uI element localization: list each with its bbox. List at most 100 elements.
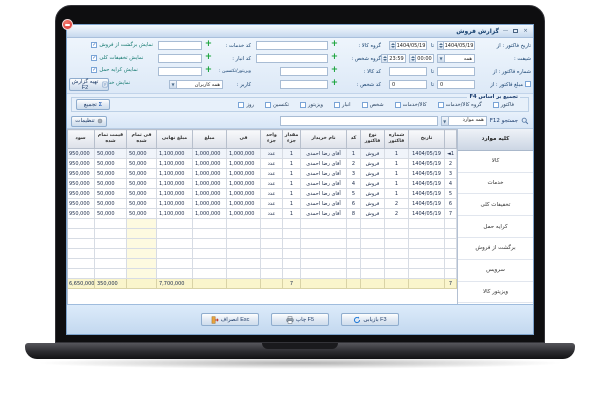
chevron-down-icon[interactable]: ▼	[442, 117, 449, 125]
sidebar-item[interactable]: سرویس	[458, 260, 533, 282]
empty-row[interactable]	[67, 249, 457, 259]
display-option-checkbox[interactable]: ✓نمایش تخفیفات کلی	[91, 54, 153, 62]
agg-option-checkbox[interactable]: انبار	[334, 102, 351, 108]
column-header[interactable]: نوع فاکتور	[361, 130, 385, 149]
column-header[interactable]: واحد جزء	[261, 130, 283, 149]
column-header[interactable]: شماره فاکتور	[385, 130, 409, 149]
cell	[409, 249, 445, 259]
table-row[interactable]: 21404/05/191فروش2آقای رضا احمدی1عدد1,000…	[67, 159, 457, 169]
invoice-number-to-input[interactable]	[389, 67, 427, 76]
chevron-down-icon[interactable]: ▼	[170, 81, 177, 88]
agg-option-checkbox[interactable]: روز	[238, 102, 254, 108]
services-code-input[interactable]	[158, 41, 202, 50]
date-from-input[interactable]: 1404/05/19	[437, 41, 475, 50]
close-badge-icon[interactable]	[62, 19, 73, 30]
user-dropdown[interactable]: ▼ همه کاربران	[169, 80, 223, 89]
agg-option-checkbox[interactable]: شخص	[362, 102, 384, 108]
cell	[301, 249, 347, 259]
sidebar-item[interactable]: کرایه حمل	[458, 216, 533, 238]
table-row[interactable]: 61404/05/192فروش6آقای رضا احمدی1عدد1,000…	[67, 199, 457, 209]
empty-row[interactable]	[67, 259, 457, 269]
prepare-report-button[interactable]: تهیه گزارش F2	[69, 78, 109, 91]
column-header[interactable]: فی تمام شده	[127, 130, 157, 149]
empty-row[interactable]	[67, 269, 457, 279]
column-header[interactable]: مبلغ	[193, 130, 227, 149]
column-header[interactable]: فی	[227, 130, 261, 149]
table-row[interactable]: 31404/05/191فروش3آقای رضا احمدی1عدد1,000…	[67, 169, 457, 179]
minimize-icon[interactable]: —	[502, 27, 509, 35]
sidebar-item[interactable]: تخفیفات کلی	[458, 194, 533, 216]
empty-row[interactable]	[67, 239, 457, 249]
checkbox-unchecked-icon[interactable]	[395, 102, 401, 108]
display-option-checkbox[interactable]: ✓نمایش برگشت از فروش	[91, 41, 153, 49]
agg-option-checkbox[interactable]: فاکتور	[493, 102, 514, 108]
cell: 1,000,000	[227, 179, 261, 189]
add-icon[interactable]: +	[331, 67, 338, 75]
amount-filter-checkbox[interactable]	[525, 81, 531, 87]
sidebar-item[interactable]: ویزیتور کالا	[458, 282, 533, 304]
person-code-input[interactable]	[280, 80, 328, 89]
display-option-checkbox[interactable]: ✓نمایش کرایه حمل	[91, 66, 153, 74]
column-header[interactable]: تاریخ	[409, 130, 445, 149]
checkbox-checked-icon[interactable]: ✓	[91, 42, 97, 48]
table-row[interactable]: ◄11404/05/191فروش1آقای رضا احمدی1عدد1,00…	[67, 149, 457, 159]
column-header[interactable]: مقدار جزء	[283, 130, 301, 149]
add-icon[interactable]: +	[331, 80, 338, 88]
print-button[interactable]: چاپ F5	[271, 313, 329, 326]
chevron-down-icon[interactable]: ▼	[438, 55, 445, 62]
checkbox-unchecked-icon[interactable]	[238, 102, 244, 108]
restore-icon[interactable]	[513, 29, 518, 33]
add-icon[interactable]: +	[331, 41, 338, 49]
time-to-input[interactable]: 23:59	[381, 54, 406, 63]
sidebar-item[interactable]: برگشت از فروش	[458, 238, 533, 260]
totals-row[interactable]: 777,700,000350,0006,650,000	[67, 279, 457, 289]
add-icon[interactable]: +	[205, 41, 212, 49]
checkbox-checked-icon[interactable]: ✓	[91, 55, 97, 61]
add-icon[interactable]: +	[331, 54, 338, 62]
checkbox-unchecked-icon[interactable]	[438, 102, 444, 108]
close-icon[interactable]: ×	[522, 27, 529, 35]
person-group-input[interactable]	[256, 54, 328, 63]
cancel-button[interactable]: انصراف Esc	[201, 313, 259, 326]
table-row[interactable]: 41404/05/191فروش4آقای رضا احمدی1عدد1,000…	[67, 179, 457, 189]
agg-option-checkbox[interactable]: کالا/خدمات	[395, 102, 427, 108]
add-icon[interactable]: +	[205, 67, 212, 75]
shift-dropdown[interactable]: ▼ همه	[437, 54, 475, 63]
checkbox-unchecked-icon[interactable]	[362, 102, 368, 108]
search-scope-dropdown[interactable]: ▼ همه موارد	[441, 116, 487, 126]
visitor-input[interactable]	[158, 67, 202, 76]
invoice-number-from-input[interactable]	[437, 67, 475, 76]
table-row[interactable]: 71404/05/192فروش8آقای رضا احمدی1عدد1,000…	[67, 209, 457, 219]
sidebar-item[interactable]: کلیه موارد	[458, 129, 533, 151]
agg-option-checkbox[interactable]: ویزیتور	[300, 102, 323, 108]
time-from-input[interactable]: 00:00	[409, 54, 434, 63]
empty-row[interactable]	[67, 229, 457, 239]
checkbox-unchecked-icon[interactable]	[493, 102, 499, 108]
column-header[interactable]: نام خریدار	[301, 130, 347, 149]
aggregate-button[interactable]: Σ تجمیع	[76, 99, 110, 110]
column-header[interactable]: سود	[67, 130, 95, 149]
date-to-input[interactable]: 1404/05/19	[389, 41, 427, 50]
agg-option-checkbox[interactable]: گروه کالا/خدمات	[438, 102, 482, 108]
agg-option-checkbox[interactable]: تکنسین	[265, 102, 289, 108]
table-row[interactable]: 51404/05/191فروش5آقای رضا احمدی1عدد1,000…	[67, 189, 457, 199]
amount-to-input[interactable]: 0	[389, 80, 427, 89]
column-header[interactable]: مبلغ نهایی	[157, 130, 193, 149]
empty-row[interactable]	[67, 219, 457, 229]
column-header[interactable]: قیمت تمام شده	[95, 130, 127, 149]
retrieve-button[interactable]: بازیابی F3	[341, 313, 399, 326]
checkbox-unchecked-icon[interactable]	[334, 102, 340, 108]
sidebar-item[interactable]: کالا	[458, 151, 533, 173]
goods-group-input[interactable]	[256, 41, 328, 50]
checkbox-unchecked-icon[interactable]	[265, 102, 271, 108]
checkbox-checked-icon[interactable]: ✓	[91, 67, 97, 73]
search-input[interactable]	[280, 116, 438, 126]
add-icon[interactable]: +	[205, 54, 212, 62]
column-header[interactable]: کد	[347, 130, 361, 149]
settings-button[interactable]: تنظیمات	[71, 116, 107, 127]
warehouse-code-input[interactable]	[158, 54, 202, 63]
checkbox-unchecked-icon[interactable]	[300, 102, 306, 108]
amount-from-input[interactable]: 0	[437, 80, 475, 89]
sidebar-item[interactable]: خدمات	[458, 173, 533, 195]
goods-code-input[interactable]	[280, 67, 328, 76]
